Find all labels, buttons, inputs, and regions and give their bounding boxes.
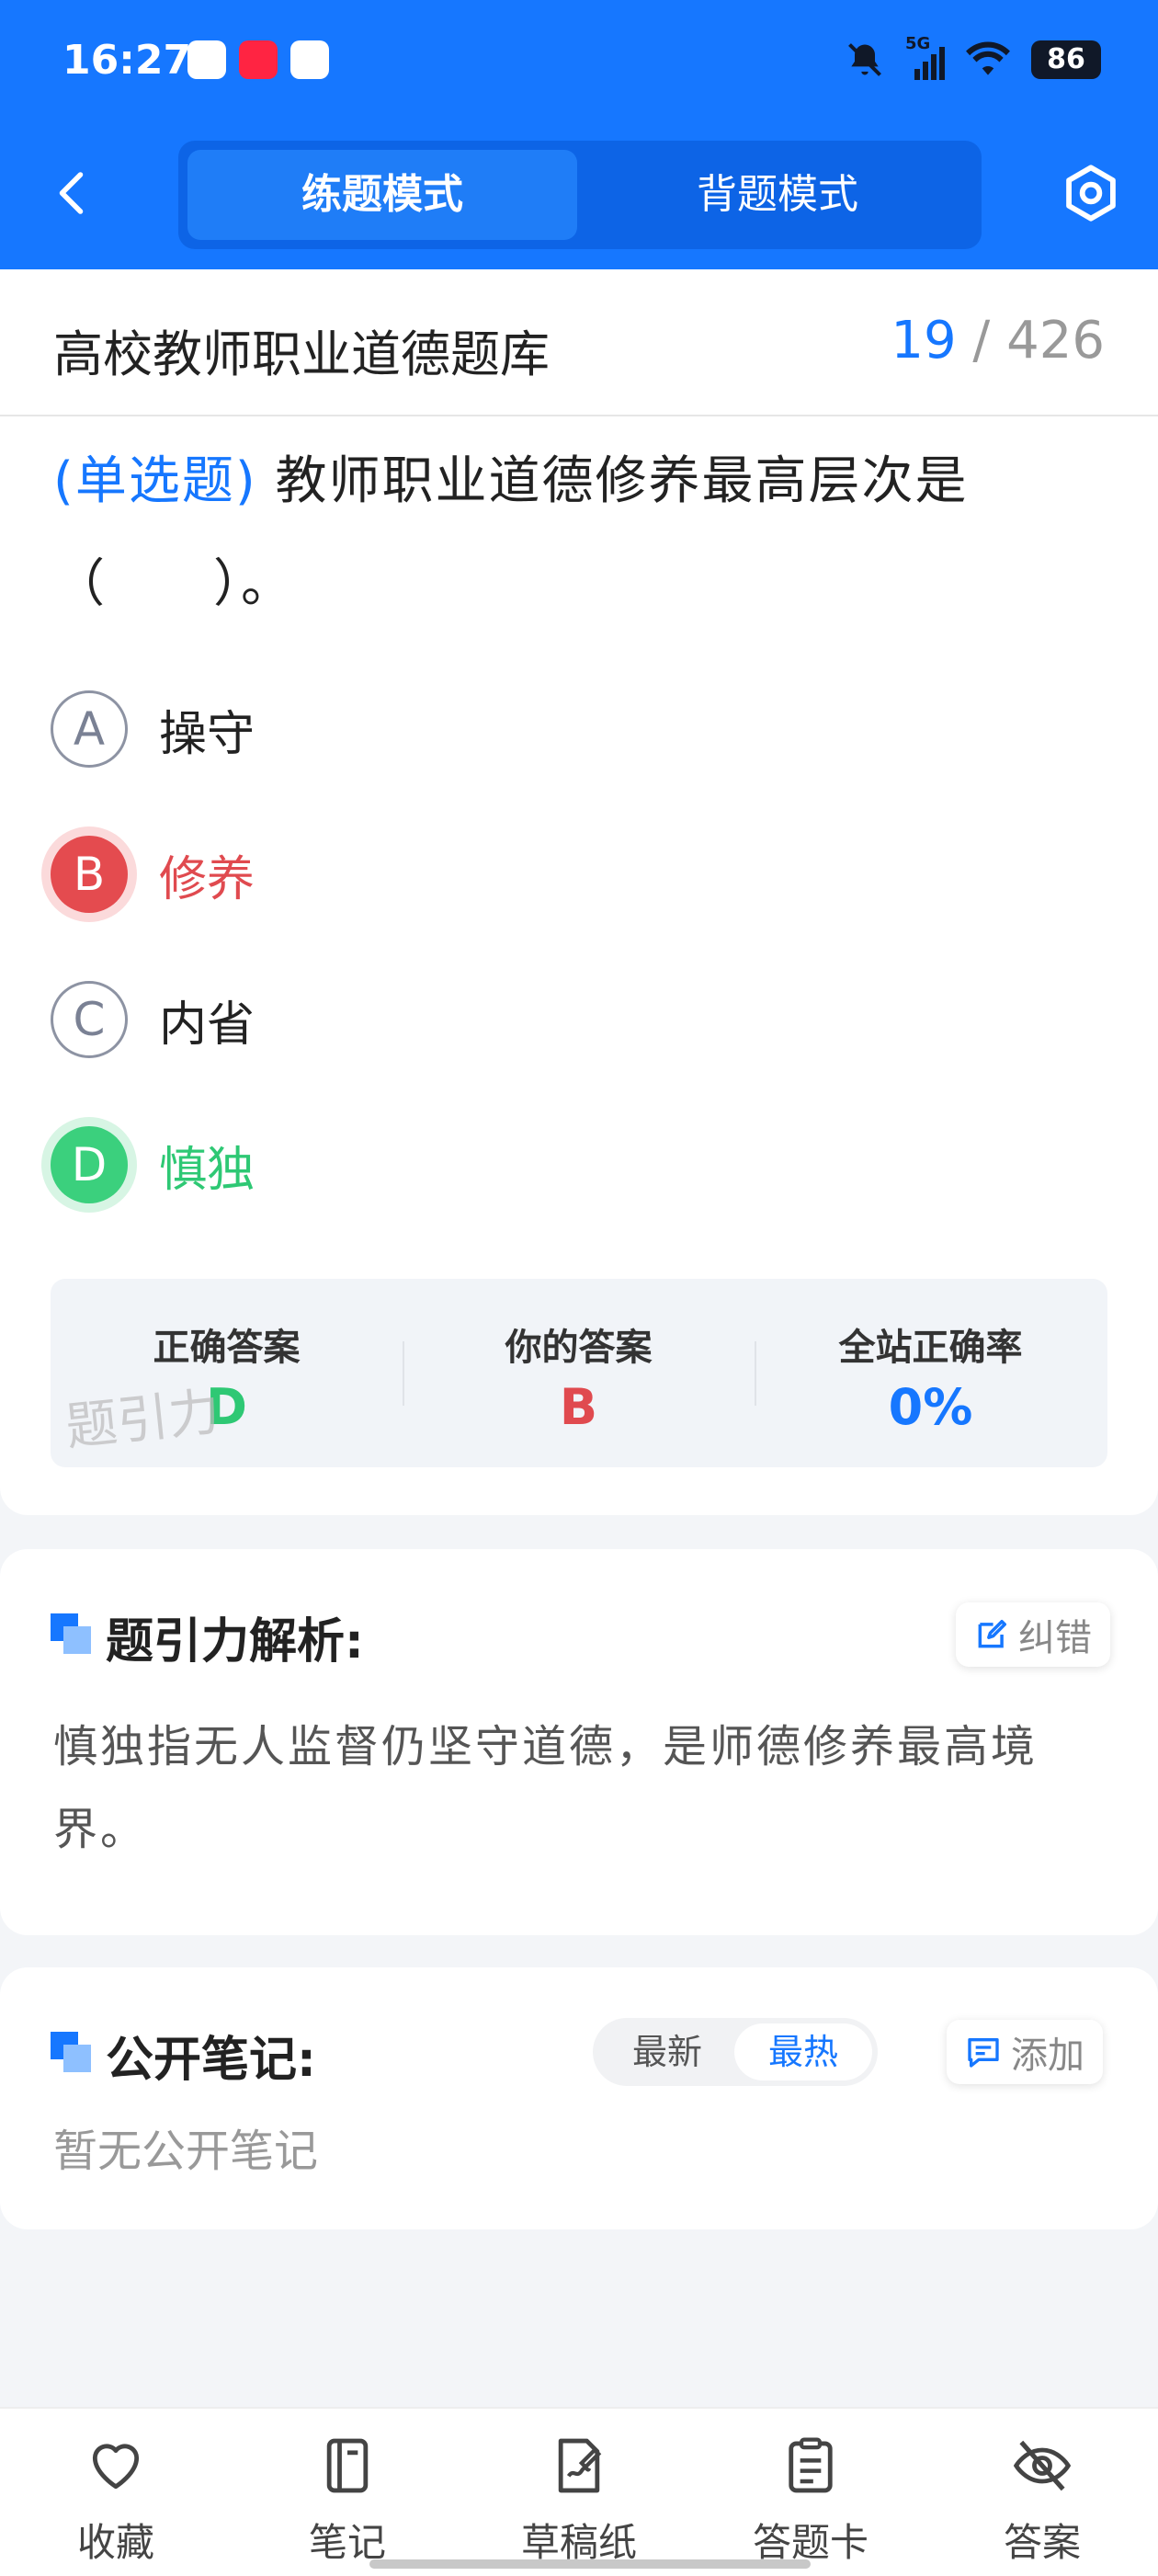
tab-recite-mode[interactable]: 背题模式 xyxy=(583,150,972,240)
status-time: 16:27 xyxy=(62,37,192,84)
eye-off-icon xyxy=(1013,2440,1072,2491)
your-answer-value: B xyxy=(559,1378,598,1436)
analysis-card: 题引力解析: 纠错 慎独指无人监督仍坚守道德，是师德修养最高境界。 xyxy=(0,1549,1158,1935)
option-text: 操守 xyxy=(159,706,255,762)
answer-card-icon xyxy=(789,2437,833,2493)
status-bar: 16:27 5G 86 xyxy=(0,0,1158,124)
question-type: (单选题) xyxy=(53,451,257,511)
top-nav: 练题模式 背题模式 xyxy=(0,124,1158,269)
notes-sort-toggle: 最新 最热 xyxy=(593,2018,878,2086)
question-bank-title: 高校教师职业道德题库 xyxy=(53,325,550,383)
divider xyxy=(0,415,1158,416)
app-notification-icon xyxy=(290,40,329,79)
section-square-icon xyxy=(51,2032,91,2072)
option-a[interactable]: A 操守 xyxy=(51,683,255,775)
option-c[interactable]: C 内省 xyxy=(51,974,255,1066)
option-text: 慎独 xyxy=(159,1142,255,1198)
empty-notes-message: 暂无公开笔记 xyxy=(53,2126,319,2177)
option-letter: D xyxy=(51,1126,128,1203)
mode-switch: 练题模式 背题模式 xyxy=(178,141,982,249)
home-indicator[interactable] xyxy=(369,2559,811,2569)
draft-paper-tab[interactable]: 草稿纸 xyxy=(463,2409,695,2576)
option-letter: A xyxy=(51,690,128,768)
accuracy-value: 0% xyxy=(888,1378,973,1436)
option-b[interactable]: B 修养 xyxy=(51,828,255,920)
total-questions: 426 xyxy=(1006,311,1105,370)
option-letter: C xyxy=(51,981,128,1058)
answer-card-tab[interactable]: 答题卡 xyxy=(695,2409,926,2576)
heart-icon xyxy=(92,2444,140,2490)
tab-practice-mode[interactable]: 练题模式 xyxy=(187,150,577,240)
notes-card: 公开笔记: 最新 最热 添加 暂无公开笔记 xyxy=(0,1967,1158,2229)
add-note-button[interactable]: 添加 xyxy=(947,2020,1103,2084)
network-type: 5G xyxy=(905,34,931,53)
favorite-tab[interactable]: 收藏 xyxy=(0,2409,232,2576)
answer-toggle-tab[interactable]: 答案 xyxy=(926,2409,1158,2576)
comment-icon xyxy=(968,2038,999,2068)
your-answer-stat: 你的答案 B xyxy=(403,1279,755,1467)
report-error-button[interactable]: 纠错 xyxy=(956,1602,1110,1667)
signal-icon: 5G xyxy=(905,34,945,80)
section-square-icon xyxy=(51,1613,91,1654)
question-stem: (单选题) 教师职业道德修养最高层次是（ ）。 xyxy=(53,430,1110,636)
sort-hottest-option[interactable]: 最热 xyxy=(734,2023,872,2080)
tab-label: 答案 xyxy=(1003,2520,1081,2565)
accuracy-stat: 全站正确率 0% xyxy=(755,1279,1107,1467)
current-question-number: 19 xyxy=(891,311,957,370)
bottom-toolbar: 收藏 笔记 草稿纸 答题卡 答案 xyxy=(0,2407,1158,2576)
edit-icon xyxy=(978,1620,1006,1648)
analysis-text: 慎独指无人监督仍坚守道德，是师德修养最高境界。 xyxy=(53,1721,1039,1855)
stat-label: 正确答案 xyxy=(153,1327,301,1369)
question-card: 高校教师职业道德题库 19 / 426 (单选题) 教师职业道德修养最高层次是（… xyxy=(0,269,1158,1515)
back-arrow-icon[interactable] xyxy=(46,165,101,221)
battery-indicator: 86 xyxy=(1031,40,1101,79)
report-error-label: 纠错 xyxy=(1018,1617,1092,1659)
app-notification-icon xyxy=(239,40,278,79)
settings-icon[interactable] xyxy=(1059,161,1123,225)
sort-newest-option[interactable]: 最新 xyxy=(598,2023,736,2080)
option-text: 内省 xyxy=(159,997,255,1053)
stat-label: 你的答案 xyxy=(505,1327,653,1369)
option-d[interactable]: D 慎独 xyxy=(51,1119,255,1211)
tab-label: 收藏 xyxy=(76,2520,154,2565)
app-notification-icon xyxy=(187,40,226,79)
option-text: 修养 xyxy=(159,851,255,907)
notes-title: 公开笔记: xyxy=(106,2033,316,2088)
analysis-title: 题引力解析: xyxy=(106,1614,364,1670)
notebook-icon xyxy=(326,2438,369,2493)
watermark: 题引力 xyxy=(62,1382,223,1458)
wifi-icon xyxy=(966,41,1010,75)
answer-stats: 正确答案 D 题引力 你的答案 B 全站正确率 0% xyxy=(51,1279,1107,1467)
mute-bell-icon xyxy=(848,43,881,76)
add-note-label: 添加 xyxy=(1011,2035,1084,2077)
counter-separator: / xyxy=(972,311,991,370)
correct-answer-stat: 正确答案 D 题引力 xyxy=(51,1279,403,1467)
option-letter: B xyxy=(51,836,128,913)
question-counter[interactable]: 19 / 426 xyxy=(891,311,1105,370)
draft-paper-icon xyxy=(558,2438,602,2493)
stat-label: 全站正确率 xyxy=(838,1327,1023,1369)
notes-tab[interactable]: 笔记 xyxy=(232,2409,463,2576)
